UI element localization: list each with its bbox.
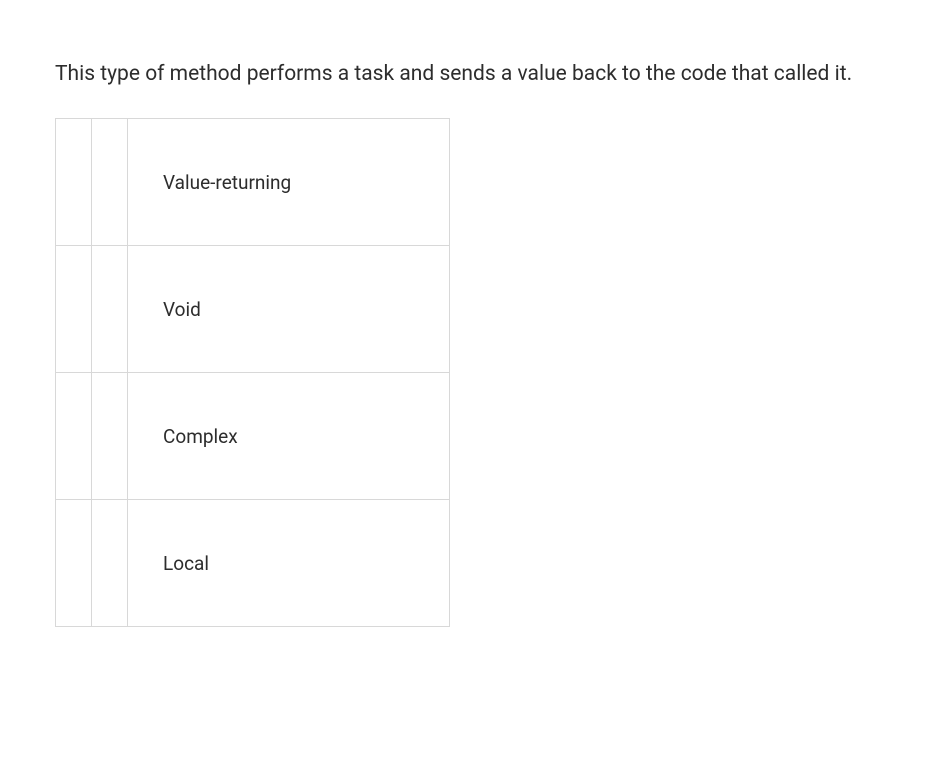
option-row[interactable]: Void — [56, 246, 450, 373]
option-label: Complex — [128, 373, 450, 500]
option-label: Value-returning — [128, 119, 450, 246]
option-cell-indicator-2 — [92, 500, 128, 627]
option-row[interactable]: Local — [56, 500, 450, 627]
option-row[interactable]: Complex — [56, 373, 450, 500]
option-cell-indicator-1 — [56, 246, 92, 373]
option-cell-indicator-2 — [92, 373, 128, 500]
option-cell-indicator-2 — [92, 246, 128, 373]
question-prompt: This type of method performs a task and … — [55, 60, 875, 88]
option-label: Local — [128, 500, 450, 627]
option-cell-indicator-1 — [56, 500, 92, 627]
option-cell-indicator-2 — [92, 119, 128, 246]
option-cell-indicator-1 — [56, 373, 92, 500]
options-table: Value-returning Void Complex Local — [55, 118, 450, 627]
option-label: Void — [128, 246, 450, 373]
option-cell-indicator-1 — [56, 119, 92, 246]
option-row[interactable]: Value-returning — [56, 119, 450, 246]
